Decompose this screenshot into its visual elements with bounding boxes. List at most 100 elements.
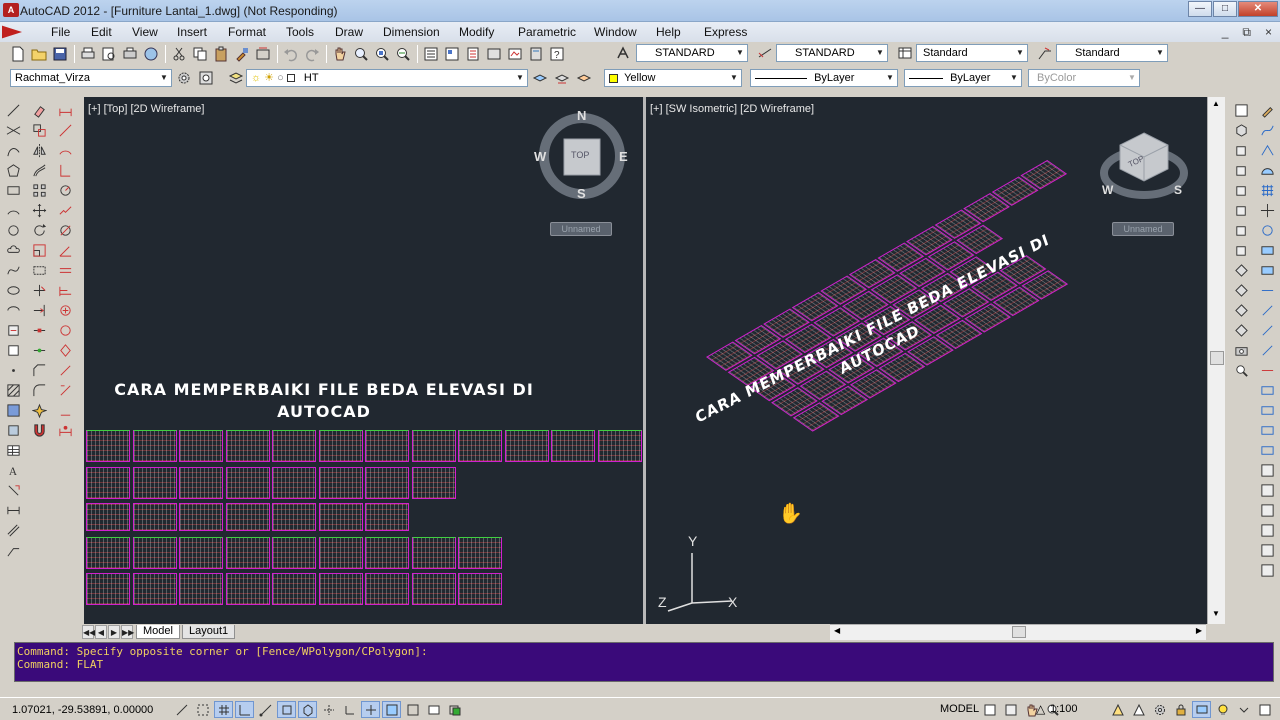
- scale-button[interactable]: [30, 240, 48, 260]
- leader-button[interactable]: [4, 540, 22, 560]
- spline-button[interactable]: [4, 260, 22, 280]
- right-tool-4-button[interactable]: [1232, 160, 1250, 180]
- menu-tools[interactable]: Tools: [286, 25, 335, 39]
- dynamic-input-toggle[interactable]: [361, 701, 380, 718]
- redo-button[interactable]: [302, 44, 322, 64]
- scroll-down-arrow[interactable]: ▼: [1210, 609, 1222, 619]
- chamfer-button[interactable]: [30, 360, 48, 380]
- right-tool-3-button[interactable]: [1232, 140, 1250, 160]
- right2-tool-23-button[interactable]: [1258, 540, 1276, 560]
- annotation-visibility-button[interactable]: [1108, 701, 1127, 718]
- right2-tool-14-button[interactable]: [1258, 360, 1276, 380]
- menu-file[interactable]: File: [51, 25, 91, 39]
- paste-button[interactable]: [211, 44, 231, 64]
- offset-button[interactable]: [30, 160, 48, 180]
- magnet-button[interactable]: [30, 420, 48, 440]
- object-snap-tracking-toggle[interactable]: [319, 701, 338, 718]
- arc-button[interactable]: [4, 200, 22, 220]
- layer-properties-button[interactable]: [226, 68, 246, 88]
- open-file-button[interactable]: [29, 44, 49, 64]
- tab-layout1[interactable]: Layout1: [181, 625, 236, 639]
- right2-tool-1-button[interactable]: [1258, 100, 1276, 120]
- ellipse-arc-button[interactable]: [4, 300, 22, 320]
- quick-view-drawings-button[interactable]: [1001, 701, 1020, 718]
- menu-window[interactable]: Window: [594, 25, 656, 39]
- viewport-top[interactable]: [+] [Top] [2D Wireframe] TOP N S E W Unn…: [84, 97, 643, 624]
- scroll-up-arrow[interactable]: ▲: [1210, 99, 1222, 109]
- right2-tool-4-button[interactable]: [1258, 160, 1276, 180]
- markup-button[interactable]: [505, 44, 525, 64]
- zoom-previous-button[interactable]: [393, 44, 413, 64]
- grid-display-toggle[interactable]: [214, 701, 233, 718]
- dim-style-button[interactable]: [56, 420, 74, 440]
- vertical-scrollbar[interactable]: ▲ ▼: [1207, 97, 1225, 624]
- menu-view[interactable]: View: [132, 25, 177, 39]
- table-style-dropdown[interactable]: Standard ▼: [916, 44, 1028, 62]
- dim-update-button[interactable]: [56, 400, 74, 420]
- join-button[interactable]: [30, 340, 48, 360]
- right-tool-14-button[interactable]: [1232, 360, 1250, 380]
- scroll-left-arrow[interactable]: ◀: [834, 626, 840, 635]
- table-button[interactable]: [4, 440, 22, 460]
- workspace-dropdown[interactable]: Rachmat_Virza ▼: [10, 69, 172, 87]
- 3d-print-button[interactable]: [141, 44, 161, 64]
- right-tool-1-button[interactable]: [1232, 100, 1250, 120]
- lineweight-toggle[interactable]: [382, 701, 401, 718]
- arc-length-button[interactable]: [56, 140, 74, 160]
- help-button[interactable]: ?: [547, 44, 567, 64]
- annotation-scale-dropdown[interactable]: 1:100: [1050, 703, 1078, 715]
- workspace-settings-button[interactable]: [174, 68, 194, 88]
- menu-help[interactable]: Help: [656, 25, 704, 39]
- scroll-right-arrow[interactable]: ▶: [1196, 626, 1202, 635]
- cut-button[interactable]: [169, 44, 189, 64]
- viewcube-top-face-label[interactable]: TOP: [571, 150, 589, 160]
- horizontal-scrollbar[interactable]: ◀ ▶: [830, 624, 1206, 640]
- right2-tool-2-button[interactable]: [1258, 120, 1276, 140]
- lock-ui-button[interactable]: [1171, 701, 1190, 718]
- calculator-button[interactable]: [526, 44, 546, 64]
- polygon-button[interactable]: [4, 160, 22, 180]
- point-button[interactable]: [4, 360, 22, 380]
- right2-tool-17-button[interactable]: [1258, 420, 1276, 440]
- right2-tool-10-button[interactable]: [1258, 280, 1276, 300]
- right2-tool-24-button[interactable]: [1258, 560, 1276, 580]
- right2-tool-11-button[interactable]: [1258, 300, 1276, 320]
- object-snap-toggle[interactable]: [277, 701, 296, 718]
- maximize-button[interactable]: □: [1213, 1, 1237, 17]
- right2-tool-21-button[interactable]: [1258, 500, 1276, 520]
- construction-line-button[interactable]: [4, 120, 22, 140]
- selection-cycling-toggle[interactable]: [445, 701, 464, 718]
- fillet-button[interactable]: [30, 380, 48, 400]
- layer-dropdown[interactable]: ☼ ☀ ○ HT ▼: [246, 69, 528, 87]
- menu-parametric[interactable]: Parametric: [518, 25, 594, 39]
- horizontal-scroll-thumb[interactable]: [1012, 626, 1026, 638]
- break-at-point-button[interactable]: [30, 320, 48, 340]
- trim-button[interactable]: [30, 280, 48, 300]
- right2-tool-20-button[interactable]: [1258, 480, 1276, 500]
- menu-format[interactable]: Format: [228, 25, 286, 39]
- angular-dim-button[interactable]: [56, 240, 74, 260]
- copy-button[interactable]: [190, 44, 210, 64]
- transparency-toggle[interactable]: [403, 701, 422, 718]
- layer-previous-button[interactable]: [552, 68, 572, 88]
- viewport-isometric[interactable]: [+] [SW Isometric] [2D Wireframe] TOP W …: [646, 97, 1207, 624]
- right2-tool-19-button[interactable]: [1258, 460, 1276, 480]
- line-button[interactable]: [4, 100, 22, 120]
- diameter-dim-button[interactable]: [56, 220, 74, 240]
- dim-text-edit-button[interactable]: [56, 380, 74, 400]
- menu-modify[interactable]: Modify: [459, 25, 518, 39]
- undo-button[interactable]: [281, 44, 301, 64]
- color-dropdown[interactable]: Yellow ▼: [604, 69, 742, 87]
- menu-express[interactable]: Express: [704, 25, 754, 39]
- 3d-object-snap-toggle[interactable]: [298, 701, 317, 718]
- right2-tool-15-button[interactable]: [1258, 380, 1276, 400]
- publish-button[interactable]: [120, 44, 140, 64]
- last-tab-arrow[interactable]: ▶▶: [121, 625, 134, 639]
- right2-tool-3-button[interactable]: [1258, 140, 1276, 160]
- first-tab-arrow[interactable]: ◀◀: [82, 625, 95, 639]
- right-tool-2-button[interactable]: [1232, 120, 1250, 140]
- ucs-menu-button[interactable]: Unnamed: [550, 222, 612, 236]
- copy-object-button[interactable]: [30, 120, 48, 140]
- dim-style-dropdown[interactable]: STANDARD ▼: [776, 44, 888, 62]
- next-tab-arrow[interactable]: ▶: [108, 625, 120, 639]
